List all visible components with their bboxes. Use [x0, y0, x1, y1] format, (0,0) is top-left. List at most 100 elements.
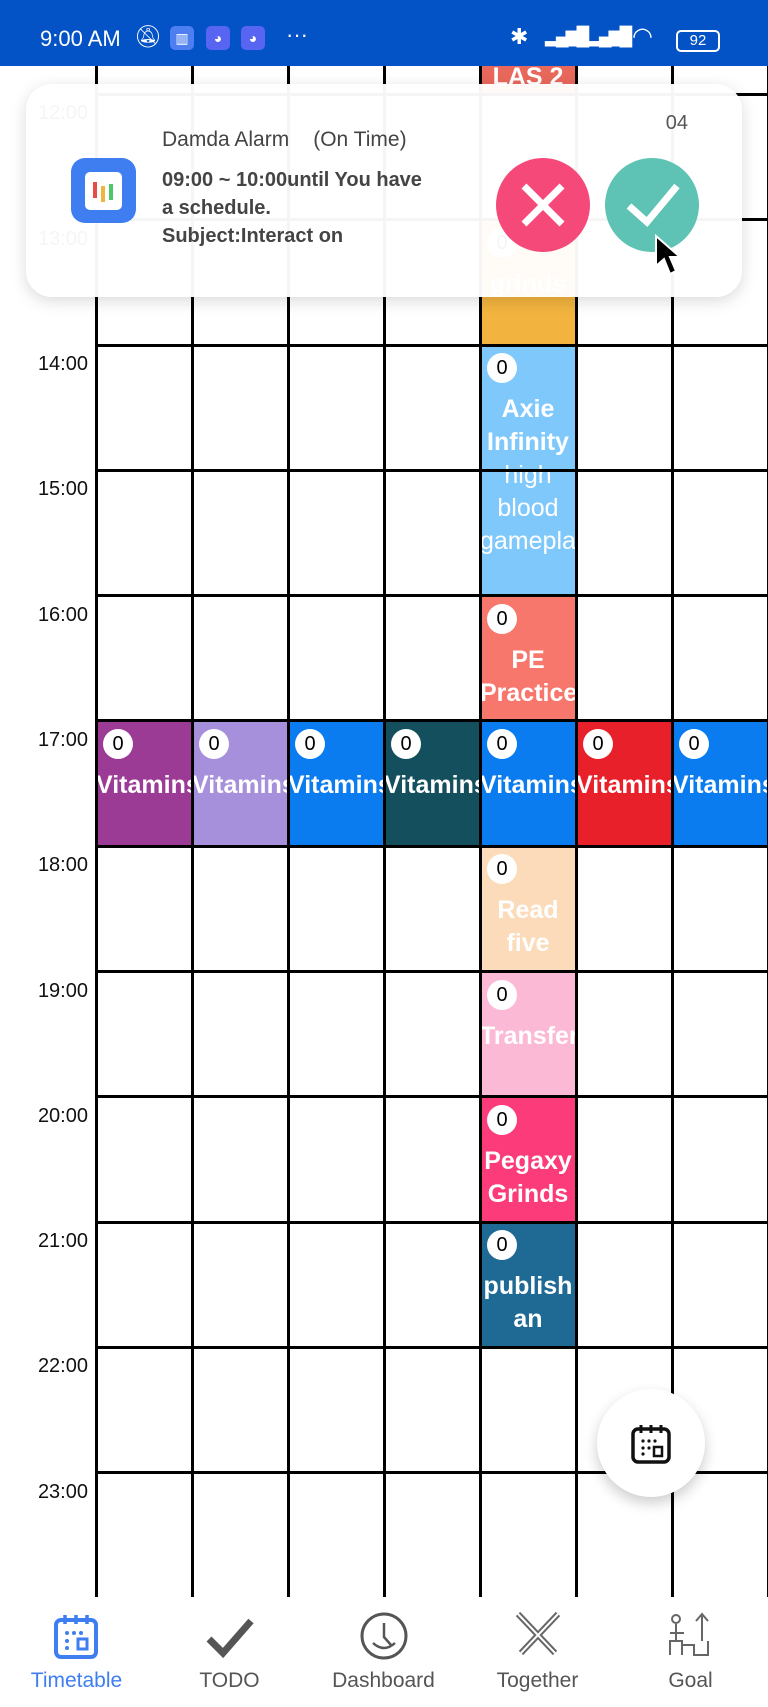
event-title: Vitamins [384, 770, 480, 799]
hour-divider [96, 844, 768, 848]
nav-dashboard[interactable]: Dashboard [307, 1597, 460, 1707]
bottom-nav: Timetable TODO Dashboard Together Goal [0, 1597, 768, 1707]
hour-label: 15:00 [37, 478, 88, 501]
more-icon: ··· [286, 22, 308, 47]
event-title: Pegaxy Grinds [484, 1146, 572, 1208]
hour-divider [96, 1095, 768, 1099]
nav-goal[interactable]: Goal [614, 1597, 767, 1707]
hour-divider [96, 970, 768, 973]
add-schedule-fab[interactable] [597, 1389, 705, 1497]
count-badge: 0 [487, 353, 517, 383]
mute-icon: 🔕︎ [134, 24, 162, 49]
confirm-button[interactable] [605, 158, 699, 252]
damda-app-icon [71, 158, 136, 223]
hour-divider [96, 594, 768, 598]
event-title: Vitamins [96, 770, 192, 799]
event-block[interactable]: 0 Vitamins [384, 720, 480, 847]
event-title: PE Practice [480, 645, 576, 707]
app-name: Damda Alarm [162, 128, 290, 151]
event-block[interactable]: 0 PE Practice [480, 595, 576, 721]
event-title: Transfer [480, 1021, 576, 1050]
signal-icon: ▂▄▆█ [588, 26, 632, 46]
check-icon [626, 183, 680, 228]
event-title: Vitamins [672, 770, 768, 799]
event-block[interactable]: 0 Vitamins [96, 720, 192, 847]
mouse-cursor-icon [655, 234, 683, 276]
hour-label: 18:00 [37, 854, 88, 877]
wifi-icon: ◠ [632, 23, 653, 50]
hour-label: 21:00 [37, 1230, 88, 1253]
nav-label: Together [496, 1669, 579, 1692]
hour-divider [96, 1345, 768, 1349]
event-block[interactable]: 0 Transfer [480, 971, 576, 1097]
event-block[interactable]: 0 Read five [480, 846, 576, 972]
count-badge: 0 [103, 728, 133, 759]
signal-icon: ▂▄▆█ [545, 26, 589, 46]
count-badge: 0 [199, 728, 229, 759]
close-icon [521, 183, 565, 227]
nav-label: Timetable [30, 1669, 123, 1692]
battery-icon: 92 [676, 30, 720, 52]
discord-icon: ◕ [241, 26, 265, 50]
damda-app-icon: ▥ [170, 26, 194, 50]
event-title: Axie Infinity [487, 395, 569, 456]
count-badge: 0 [487, 854, 517, 885]
crossed-swords-icon [515, 1611, 561, 1656]
event-block[interactable]: 0 Vitamins [192, 720, 288, 847]
event-title: Vitamins [192, 770, 288, 799]
nav-together[interactable]: Together [461, 1597, 614, 1707]
notification-title: Damda Alarm (On Time) [162, 128, 407, 152]
hour-label: 23:00 [37, 1480, 88, 1503]
count-badge: 0 [679, 728, 709, 759]
nav-label: TODO [199, 1669, 260, 1692]
hour-label: 19:00 [37, 979, 88, 1002]
event-title: Read five [497, 896, 559, 958]
stairs-goal-icon [669, 1612, 709, 1656]
event-block[interactable]: 0 Pegaxy Grinds [480, 1096, 576, 1223]
calendar-icon [631, 1425, 671, 1464]
count-badge: 0 [487, 603, 517, 634]
event-block[interactable]: 0 Vitamins [288, 720, 384, 847]
check-icon [206, 1618, 254, 1659]
event-title: publish an [483, 1272, 573, 1334]
hour-divider [96, 1220, 768, 1224]
count-badge: 0 [487, 979, 517, 1010]
hour-label: 17:00 [37, 728, 88, 751]
bluetooth-icon: ✱ [510, 24, 529, 49]
notification-time: 04 [665, 112, 688, 134]
count-badge: 0 [487, 728, 517, 759]
event-block[interactable]: 0 publish an [480, 1222, 576, 1348]
nav-timetable[interactable]: Timetable [0, 1597, 153, 1707]
status-bar: 9:00 AM 🔕︎ ▥ ◕ ◕ ··· ✱ ▂▄▆█ ▂▄▆█ ◠ 92 [0, 0, 768, 66]
clock-face-icon [360, 1612, 408, 1660]
dismiss-button[interactable] [496, 158, 590, 252]
count-badge: 0 [583, 728, 613, 759]
nav-todo[interactable]: TODO [153, 1597, 306, 1707]
count-badge: 0 [295, 728, 325, 759]
hour-label: 22:00 [37, 1355, 88, 1378]
alarm-type: (On Time) [313, 128, 407, 151]
hour-divider [96, 719, 768, 723]
hour-divider [96, 343, 768, 347]
event-block[interactable]: 0 Vitamins [576, 720, 672, 847]
event-title: Vitamins [288, 770, 384, 799]
hour-label: 20:00 [37, 1104, 88, 1127]
hour-label: 14:00 [37, 353, 88, 375]
calendar-icon [54, 1615, 98, 1659]
alarm-notification[interactable]: Damda Alarm (On Time) 09:00 ~ 10:00until … [26, 84, 742, 297]
nav-label: Dashboard [332, 1669, 435, 1692]
hour-divider [96, 468, 768, 472]
event-block[interactable]: 0 Vitamins [672, 720, 768, 847]
event-block[interactable]: 0 Vitamins [480, 720, 576, 847]
status-time: 9:00 AM [40, 26, 121, 51]
event-title: Vitamins [576, 770, 672, 799]
count-badge: 0 [391, 728, 421, 759]
hour-label: 16:00 [37, 603, 88, 626]
notification-body: 09:00 ~ 10:00until You have a schedule. … [162, 169, 422, 246]
event-memo: high blood gameplay [480, 461, 576, 555]
count-badge: 0 [487, 1230, 517, 1261]
discord-icon: ◕ [206, 26, 230, 50]
nav-label: Goal [668, 1669, 713, 1692]
event-title: Vitamins [480, 770, 576, 799]
count-badge: 0 [487, 1104, 517, 1135]
